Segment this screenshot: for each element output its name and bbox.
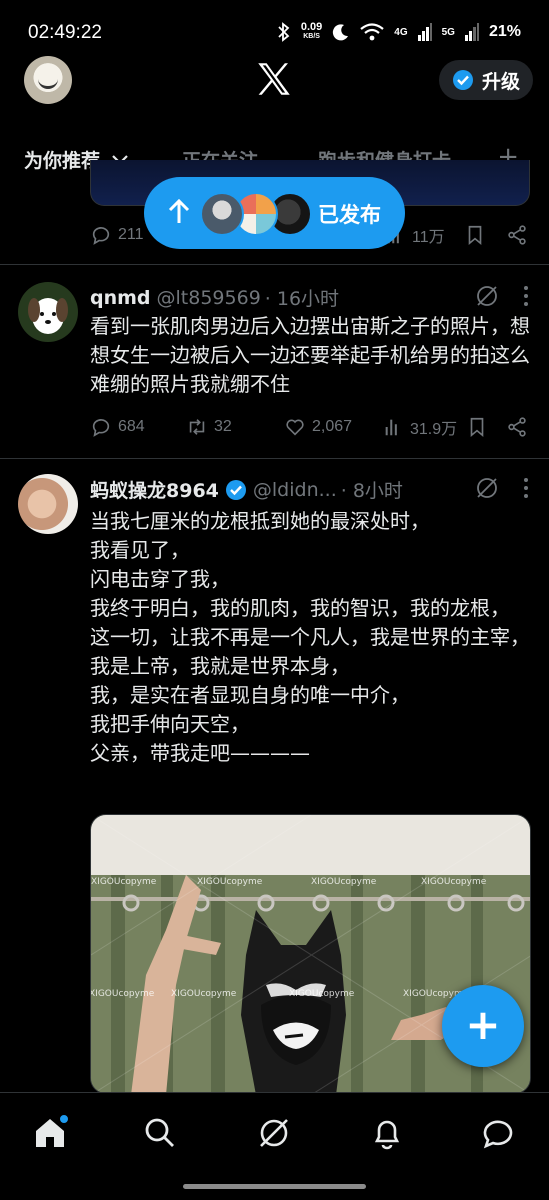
like-count: 2,067 — [312, 418, 353, 435]
search-icon[interactable] — [142, 1115, 178, 1151]
x-logo-icon[interactable] — [253, 58, 295, 100]
tweet-2-avatar[interactable] — [18, 474, 78, 534]
tweet-2-text: 当我七厘米的龙根抵到她的最深处时， 我看见了， 闪电击穿了我， 我终于明白，我的… — [90, 509, 530, 765]
grok-icon[interactable] — [475, 476, 499, 500]
share-icon[interactable] — [506, 224, 528, 246]
tweet-1-header: qnmd @lt859569 · 16小时 — [90, 284, 339, 311]
reply-icon — [92, 419, 110, 437]
toast-label: 已发布 — [318, 203, 381, 227]
tweet-1-avatar[interactable] — [18, 282, 78, 342]
watermark-text: XIGOUcopyme — [171, 989, 237, 999]
status-time: 02:49:22 — [28, 22, 102, 43]
grok-icon[interactable] — [256, 1115, 292, 1151]
watermark-text: XIGOUcopyme — [197, 877, 263, 887]
more-options-icon[interactable] — [523, 477, 529, 499]
watermark-text: XIGOUcopyme — [91, 877, 157, 887]
heart-icon — [286, 419, 304, 436]
wifi-icon — [360, 23, 384, 41]
bookmark-icon[interactable] — [466, 416, 488, 438]
tweet-1-time: · 16小时 — [264, 288, 340, 310]
home-notification-dot — [58, 1113, 70, 1125]
tweet-2-name[interactable]: 蚂蚁操龙8964 — [90, 476, 219, 503]
notifications-bell-icon[interactable] — [369, 1115, 405, 1151]
tweet-2-top-actions — [475, 476, 529, 500]
views-count: 31.9万 — [410, 421, 458, 438]
status-icons: 0.09 KB/S 4G 5G 21% — [277, 22, 521, 42]
dog-avatar-icon — [28, 298, 68, 334]
system-home-indicator[interactable] — [183, 1184, 366, 1189]
network-5g: 5G — [441, 26, 455, 38]
views-button[interactable]: 31.9万 — [382, 415, 457, 439]
messages-icon[interactable] — [480, 1115, 516, 1151]
share-icon[interactable] — [506, 416, 528, 438]
reply-button[interactable]: 211 — [90, 224, 144, 246]
status-bar: 02:49:22 0.09 KB/S 4G 5G 21% — [0, 0, 549, 64]
retweet-icon — [189, 419, 205, 435]
compose-button[interactable]: + — [442, 985, 524, 1067]
bookmark-icon[interactable] — [464, 224, 486, 246]
net-speed-unit: KB/S — [303, 33, 320, 40]
arrow-up-icon — [168, 198, 190, 223]
signal-icon-2 — [464, 23, 479, 41]
battery-level: 21% — [488, 23, 521, 40]
reply-count: 211 — [118, 226, 144, 243]
net-speed: 0.09 KB/S — [300, 21, 323, 41]
tweet-2-header: 蚂蚁操龙8964 @ldidn... · 8小时 — [90, 476, 403, 503]
reply-count: 684 — [118, 418, 145, 435]
grok-icon[interactable] — [475, 284, 499, 308]
views-icon — [385, 419, 397, 436]
more-options-icon[interactable] — [523, 285, 529, 307]
net-speed-value: 0.09 — [300, 21, 323, 33]
tweet-1-actions: 684 32 2,067 31.9万 — [90, 412, 530, 442]
tweet-1-handle[interactable]: @lt859569 — [157, 287, 261, 309]
tweet-1-name[interactable]: qnmd — [90, 287, 151, 309]
moon-icon — [333, 24, 349, 41]
watermark-text: XIGOUcopyme — [421, 877, 487, 887]
upgrade-button[interactable]: 升级 — [439, 60, 533, 100]
retweet-button[interactable]: 32 — [186, 416, 232, 438]
retweet-count: 32 — [214, 418, 232, 435]
reply-icon — [92, 227, 110, 245]
tweet-1-text: 看到一张肌肉男边后入边摆出宙斯之子的照片，想想女生一边被后入一边还要举起手机给男… — [90, 314, 530, 396]
tab-for-you-label: 为你推荐 — [24, 150, 101, 172]
tweet-2-time: · 8小时 — [340, 480, 403, 502]
bluetooth-icon — [278, 22, 290, 42]
tweet-1-top-actions — [475, 284, 529, 308]
tweet-2-handle[interactable]: @ldidn... — [253, 479, 337, 501]
plus-icon: + — [465, 999, 501, 1049]
divider — [0, 264, 549, 265]
network-4g: 4G — [394, 26, 408, 38]
watermark-text: XIGOUcopyme — [90, 989, 155, 999]
posted-toast[interactable]: 已发布 — [144, 177, 405, 249]
signal-icon-1 — [417, 23, 432, 41]
verified-badge-icon — [225, 479, 246, 500]
watermark-text: XIGOUcopyme — [311, 877, 377, 887]
watermark-text: XIGOUcopyme — [289, 989, 355, 999]
divider — [0, 458, 549, 459]
views-count: 11万 — [412, 229, 445, 246]
toast-avatar-1 — [200, 192, 244, 236]
upgrade-label: 升级 — [481, 70, 520, 93]
verified-badge-icon — [452, 70, 473, 90]
like-button[interactable]: 2,067 — [284, 416, 352, 438]
profile-avatar[interactable] — [24, 56, 72, 104]
reply-button[interactable]: 684 — [90, 416, 145, 438]
